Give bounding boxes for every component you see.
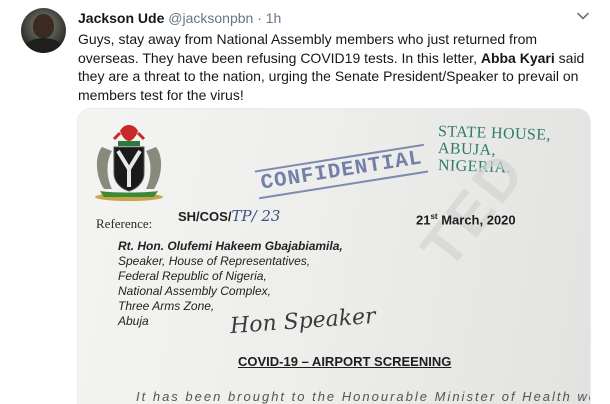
reference-handwritten: TP/ 23	[231, 207, 281, 225]
tweet-media-image[interactable]: STATE HOUSE, ABUJA, NIGERIA. CONFIDENTIA…	[77, 108, 591, 404]
timestamp[interactable]: 1h	[266, 10, 282, 26]
recipient-line: National Assembly Complex,	[118, 284, 271, 298]
recipient-name: Rt. Hon. Olufemi Hakeem Gbajabiamila,	[118, 239, 343, 253]
recipient-line: Federal Republic of Nigeria,	[118, 269, 267, 283]
chevron-down-icon[interactable]	[576, 9, 590, 23]
header-separator: ·	[257, 10, 262, 26]
date-day: 21	[416, 212, 431, 228]
avatar[interactable]	[21, 8, 66, 53]
author-handle[interactable]: @jacksonpbn	[168, 10, 253, 26]
letter-date: 21st March, 2020	[416, 212, 516, 227]
reference-label: Reference:	[96, 216, 153, 231]
tweet-text-start: Guys, stay away from National Assembly m…	[78, 31, 538, 66]
letter-document: STATE HOUSE, ABUJA, NIGERIA. CONFIDENTIA…	[78, 109, 590, 404]
tweet[interactable]: Jackson Ude @jacksonpbn · 1h Guys, stay …	[0, 0, 610, 404]
avatar-body	[25, 38, 62, 53]
letter-body-partial: It has been brought to the Honourable Mi…	[136, 389, 591, 404]
tweet-text-bold: Abba Kyari	[480, 49, 555, 66]
avatar-head	[33, 14, 54, 38]
author-name[interactable]: Jackson Ude	[78, 10, 164, 26]
recipient-line: Speaker, House of Representatives,	[118, 254, 311, 268]
reference-number: SH/COS/TP/ 23	[178, 207, 280, 225]
tweet-header: Jackson Ude @jacksonpbn · 1h	[78, 9, 281, 27]
tweet-text: Guys, stay away from National Assembly m…	[78, 30, 598, 104]
confidential-stamp: CONFIDENTIAL	[254, 143, 429, 200]
date-rest: March, 2020	[437, 212, 516, 228]
date-suffix: st	[430, 212, 438, 221]
coat-of-arms-icon	[95, 125, 163, 201]
reference-prefix: SH/COS/	[178, 209, 232, 224]
letter-subject: COVID-19 – AIRPORT SCREENING	[238, 354, 452, 369]
